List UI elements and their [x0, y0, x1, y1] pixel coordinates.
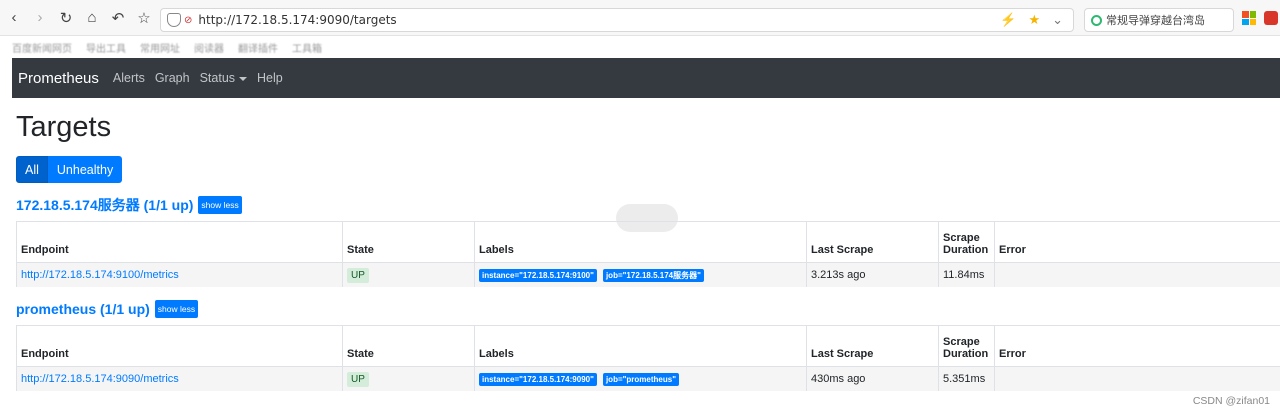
nav-alerts[interactable]: Alerts [113, 71, 145, 85]
reload-icon[interactable]: ↻ [54, 6, 78, 30]
forward-icon[interactable]: › [28, 6, 52, 30]
nav-status-label: Status [199, 71, 236, 85]
header-error: Error [994, 325, 1280, 367]
state-badge: UP [347, 371, 369, 387]
nav-help[interactable]: Help [257, 71, 283, 85]
address-bar[interactable]: ⊘ http://172.18.5.174:9090/targets ⚡ ★ ⌄ [160, 8, 1074, 32]
browser-toolbar: ‹ › ↻ ⌂ ↶ ☆ ⊘ http://172.18.5.174:9090/t… [0, 0, 1280, 36]
table-header-row: Endpoint State Labels Last Scrape Scrape… [16, 221, 1280, 263]
header-error: Error [994, 221, 1280, 263]
favorite-star-icon[interactable]: ★ [1028, 12, 1040, 28]
filter-all-button[interactable]: All [16, 156, 48, 183]
targets-table: Endpoint State Labels Last Scrape Scrape… [16, 325, 1280, 391]
table-row: http://172.18.5.174:9100/metrics UP inst… [16, 262, 1280, 287]
header-state: State [342, 221, 475, 263]
endpoint-link[interactable]: http://172.18.5.174:9100/metrics [21, 269, 179, 281]
page-title: Targets [16, 111, 112, 143]
scrape-duration-value: 5.351ms [938, 366, 995, 391]
last-scrape-value: 3.213s ago [806, 262, 939, 287]
search-engine-icon [1091, 14, 1102, 26]
url-text[interactable]: http://172.18.5.174:9090/targets [198, 13, 396, 27]
bookmark-item[interactable]: 常用网址 [140, 40, 180, 55]
insecure-icon: ⊘ [184, 14, 193, 26]
nav-status[interactable]: Status [199, 71, 248, 85]
table-row: http://172.18.5.174:9090/metrics UP inst… [16, 366, 1280, 391]
state-badge: UP [347, 267, 369, 283]
bookmark-item[interactable]: 翻译插件 [238, 40, 278, 55]
show-less-button[interactable]: show less [154, 300, 199, 318]
endpoint-link[interactable]: http://172.18.5.174:9090/metrics [21, 373, 179, 385]
bookmark-item[interactable]: 百度新闻网页 [12, 40, 72, 55]
group-header: prometheus (1/1 up) show less [16, 300, 199, 318]
health-filter: All Unhealthy [16, 156, 123, 183]
filter-unhealthy-button[interactable]: Unhealthy [47, 156, 123, 183]
header-labels: Labels [474, 221, 807, 263]
bookmark-item[interactable]: 阅读器 [194, 40, 224, 55]
header-scrape-duration: Scrape Duration [938, 221, 995, 263]
label-job-badge: job="172.18.5.174服务器" [602, 268, 704, 282]
header-endpoint: Endpoint [16, 325, 343, 367]
error-value [994, 262, 1280, 287]
prometheus-navbar: Prometheus Alerts Graph Status Help [12, 58, 1280, 98]
scrape-duration-value: 11.84ms [938, 262, 995, 287]
shield-icon [167, 13, 181, 27]
header-labels: Labels [474, 325, 807, 367]
group-title-link[interactable]: 172.18.5.174服务器 (1/1 up) [16, 195, 193, 215]
brand-link[interactable]: Prometheus [18, 70, 99, 87]
last-scrape-value: 430ms ago [806, 366, 939, 391]
header-endpoint: Endpoint [16, 221, 343, 263]
csdn-watermark: CSDN @zifan01 [1192, 395, 1270, 407]
targets-table: Endpoint State Labels Last Scrape Scrape… [16, 221, 1280, 287]
page-left-edge [0, 58, 12, 412]
bookmark-item[interactable]: 工具箱 [292, 40, 322, 55]
bookmark-item[interactable]: 导出工具 [86, 40, 126, 55]
table-header-row: Endpoint State Labels Last Scrape Scrape… [16, 325, 1280, 367]
bookmarks-bar: 百度新闻网页 导出工具 常用网址 阅读器 翻译插件 工具箱 [0, 36, 1280, 58]
show-less-button[interactable]: show less [198, 196, 242, 214]
extension-icon[interactable] [1264, 11, 1278, 25]
error-value [994, 366, 1280, 391]
chevron-down-icon[interactable]: ⌄ [1052, 12, 1063, 28]
group-title-link[interactable]: prometheus (1/1 up) [16, 301, 150, 317]
undo-icon[interactable]: ↶ [106, 6, 130, 30]
header-state: State [342, 325, 475, 367]
home-icon[interactable]: ⌂ [80, 6, 104, 30]
lightning-icon[interactable]: ⚡ [1000, 12, 1016, 28]
header-last-scrape: Last Scrape [806, 221, 939, 263]
nav-graph[interactable]: Graph [155, 71, 190, 85]
header-scrape-duration: Scrape Duration [938, 325, 995, 367]
browser-search-box[interactable]: 常规导弹穿越台湾岛 [1084, 8, 1234, 32]
bookmark-star-icon[interactable]: ☆ [132, 6, 156, 30]
windows-icon[interactable] [1242, 11, 1256, 25]
label-instance-badge: instance="172.18.5.174:9090" [479, 372, 597, 386]
group-header: 172.18.5.174服务器 (1/1 up) show less [16, 195, 242, 215]
label-job-badge: job="prometheus" [602, 372, 679, 386]
label-instance-badge: instance="172.18.5.174:9100" [479, 268, 597, 282]
back-icon[interactable]: ‹ [2, 6, 26, 30]
caret-down-icon [239, 76, 248, 81]
search-box-text: 常规导弹穿越台湾岛 [1106, 15, 1205, 27]
header-last-scrape: Last Scrape [806, 325, 939, 367]
